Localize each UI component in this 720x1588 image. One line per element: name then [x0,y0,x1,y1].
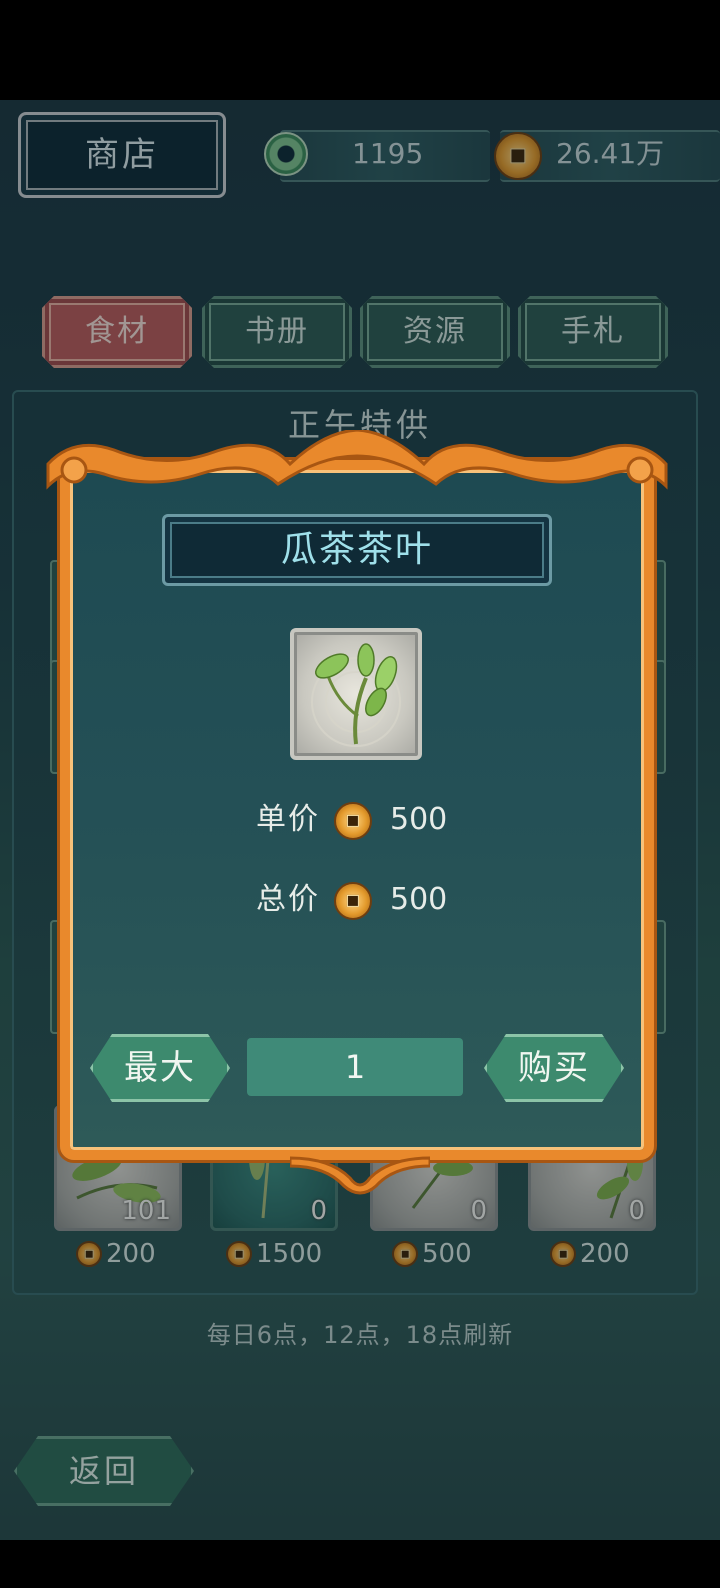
total-price-label: 总价 [256,882,320,917]
item-preview [290,628,422,760]
unit-price-value: 500 [390,802,448,837]
unit-price-label: 单价 [256,802,320,837]
tea-leaf-icon [311,643,401,747]
coin-icon [334,882,372,920]
item-name-plate: 瓜茶茶叶 [162,514,552,586]
unit-price-row: 单价 500 [0,798,720,842]
coin-icon [334,802,372,840]
quantity-field[interactable]: 1 [247,1038,463,1096]
dialog-top-ornament [46,430,668,490]
total-price-row: 总价 500 [0,878,720,922]
item-name: 瓜茶茶叶 [280,529,433,570]
max-quantity-button[interactable]: 最大 [90,1034,230,1102]
total-price-value: 500 [390,882,448,917]
buy-button[interactable]: 购买 [484,1034,624,1102]
dialog-bottom-ornament [290,1156,430,1195]
